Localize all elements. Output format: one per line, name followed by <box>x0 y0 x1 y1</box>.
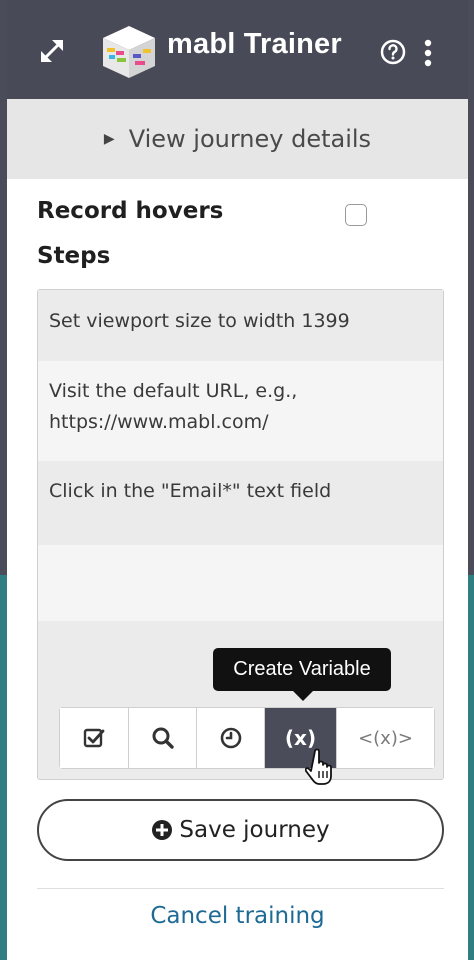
more-icon[interactable] <box>422 38 434 68</box>
view-journey-details-label: View journey details <box>128 125 372 153</box>
app-title: mabl Trainer <box>167 28 342 60</box>
step-item[interactable]: Visit the default URL, e.g., https://www… <box>38 361 443 461</box>
cancel-training-link[interactable]: Cancel training <box>7 903 468 929</box>
save-journey-label: Save journey <box>179 817 330 843</box>
mabl-logo-icon <box>103 26 155 78</box>
add-wait-button[interactable] <box>197 708 265 768</box>
record-hovers-label: Record hovers <box>37 198 224 224</box>
help-icon[interactable] <box>380 39 406 65</box>
plus-circle-icon <box>152 820 173 840</box>
use-variable-button[interactable]: <(x)> <box>337 708 434 768</box>
expand-icon[interactable] <box>37 36 67 66</box>
header: mabl Trainer <box>7 0 468 99</box>
caret-right-icon: ▶ <box>103 131 115 147</box>
save-journey-button[interactable]: Save journey <box>37 799 444 861</box>
step-toolbar: (x) <(x)> <box>59 707 435 769</box>
trainer-panel: mabl Trainer ▶ View journey details Reco… <box>7 0 468 960</box>
checkbox-icon <box>83 728 105 748</box>
add-assertion-button[interactable] <box>60 708 129 768</box>
empty-step-row <box>38 545 443 621</box>
clock-icon <box>220 727 241 749</box>
record-hovers-row: Record hovers <box>37 198 438 234</box>
step-item[interactable]: Set viewport size to width 1399 <box>38 290 443 361</box>
view-journey-details-toggle[interactable]: ▶ View journey details <box>7 99 468 179</box>
search-icon <box>152 727 174 749</box>
hand-cursor-icon <box>305 748 332 785</box>
divider <box>37 888 444 889</box>
record-hovers-checkbox[interactable] <box>345 204 367 226</box>
step-item[interactable]: Click in the "Email*" text field <box>38 461 443 545</box>
find-element-button[interactable] <box>129 708 197 768</box>
create-variable-tooltip: Create Variable <box>213 648 391 701</box>
steps-title: Steps <box>37 243 111 269</box>
